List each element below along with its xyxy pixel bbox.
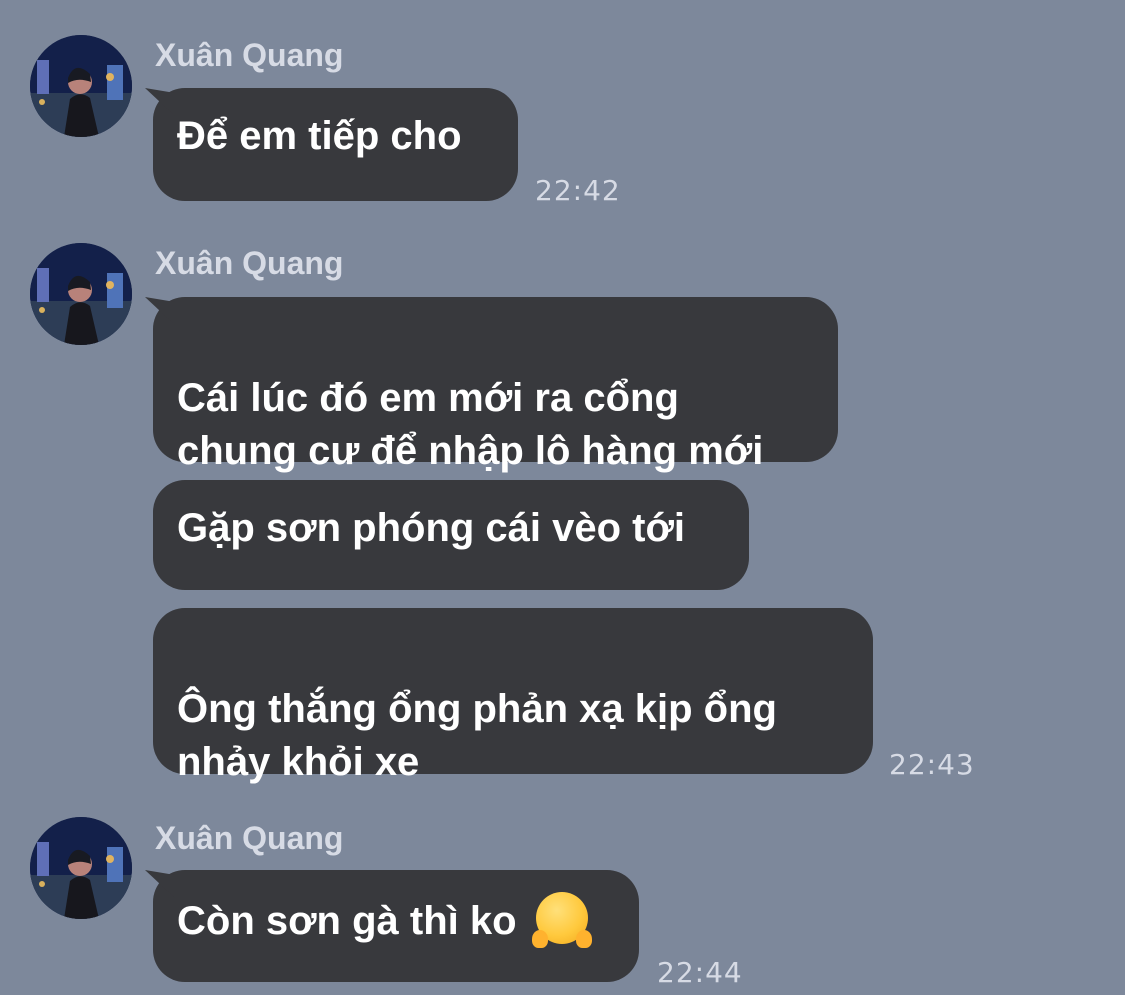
avatar[interactable] [30, 243, 132, 345]
message-bubble[interactable]: Gặp sơn phóng cái vèo tới [153, 480, 749, 590]
message-bubble[interactable]: Còn sơn gà thì ko [153, 870, 639, 982]
message-bubble[interactable]: Ông thắng ổng phản xạ kịp ổng nhảy khỏi … [153, 608, 873, 784]
message-bubble[interactable]: Cái lúc đó em mới ra cổng chung cư để nh… [153, 297, 838, 473]
message-bubble[interactable]: Để em tiếp cho [153, 88, 518, 201]
message-time: 22:43 [889, 748, 975, 781]
avatar-photo-icon [30, 35, 132, 137]
sender-name: Xuân Quang [155, 820, 344, 856]
hugging-face-icon [531, 892, 592, 948]
message-text: Cái lúc đó em mới ra cổng chung cư để nh… [177, 376, 764, 473]
message-time: 22:44 [657, 956, 743, 989]
avatar-photo-icon [30, 817, 132, 919]
message-text: Còn sơn gà thì ko [177, 899, 517, 943]
avatar-photo-icon [30, 243, 132, 345]
avatar[interactable] [30, 817, 132, 919]
message-text: Để em tiếp cho [177, 114, 462, 158]
message-time: 22:42 [535, 174, 621, 207]
message-text: Ông thắng ổng phản xạ kịp ổng nhảy khỏi … [177, 687, 777, 784]
message-text: Gặp sơn phóng cái vèo tới [177, 506, 686, 550]
sender-name: Xuân Quang [155, 245, 344, 281]
avatar[interactable] [30, 35, 132, 137]
sender-name: Xuân Quang [155, 37, 344, 73]
